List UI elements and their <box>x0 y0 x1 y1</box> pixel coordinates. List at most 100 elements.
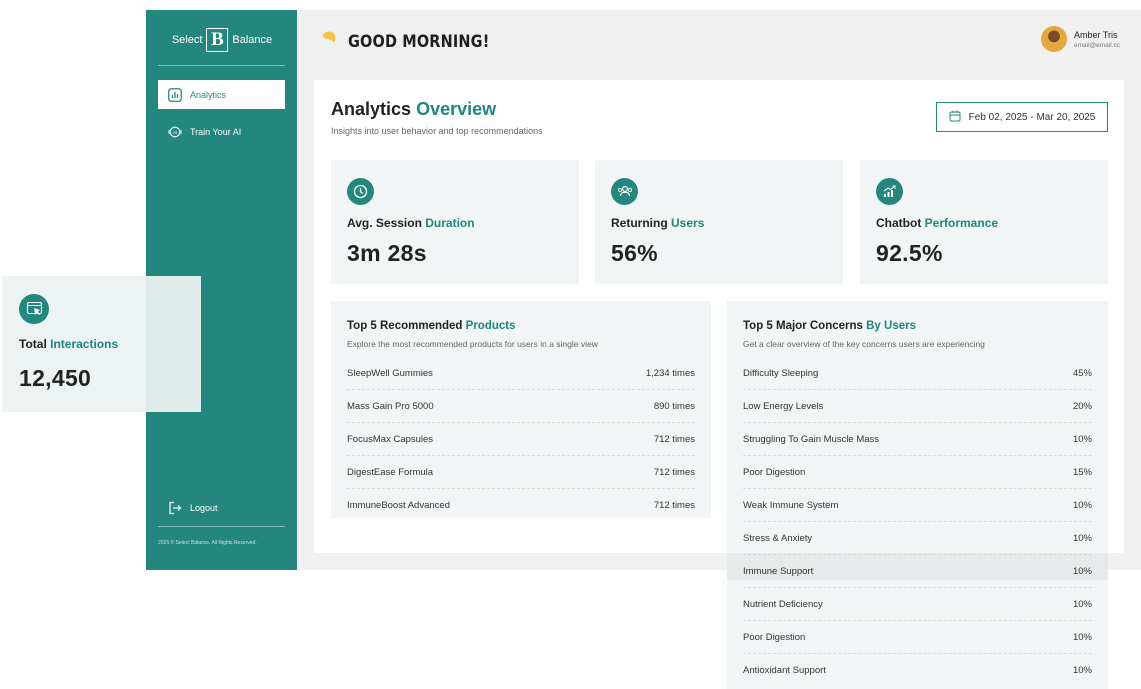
calendar-icon <box>949 110 961 125</box>
stat-label-accent: Users <box>671 216 705 230</box>
sun-cloud-icon <box>312 29 342 56</box>
item-value: 45% <box>1072 367 1092 379</box>
item-value: 712 times <box>653 433 695 445</box>
item-value: 1,234 times <box>645 367 695 379</box>
item-value: 10% <box>1072 631 1092 643</box>
list-item[interactable]: Struggling To Gain Muscle Mass 10% <box>743 423 1092 456</box>
pointer-click-icon <box>19 294 49 324</box>
item-value: 10% <box>1072 499 1092 511</box>
copyright-text: 2025 © Select Balance. All Rights Reserv… <box>158 540 257 546</box>
title-accent: Overview <box>416 99 497 119</box>
stat-value: 92.5% <box>876 240 943 266</box>
list-item[interactable]: Difficulty Sleeping 45% <box>743 357 1092 390</box>
date-range-text: Feb 02, 2025 - Mar 20, 2025 <box>968 111 1096 123</box>
item-name: DigestEase Formula <box>347 466 434 478</box>
list-item[interactable]: Low Energy Levels 20% <box>743 390 1092 423</box>
item-value: 712 times <box>653 500 695 511</box>
card-title: Top 5 Major Concerns By Users <box>743 320 916 332</box>
item-value: 10% <box>1072 665 1092 676</box>
concerns-card: Top 5 Major Concerns By Users Get a clea… <box>727 301 1108 689</box>
list-item[interactable]: ImmuneBoost Advanced 712 times <box>347 489 695 522</box>
list-item[interactable]: FocusMax Capsules 712 times <box>347 423 695 456</box>
stat-label: Returning Users <box>611 216 704 230</box>
item-value: 890 times <box>653 400 695 412</box>
list-item[interactable]: SleepWell Gummies 1,234 times <box>347 357 695 390</box>
stat-value: 56% <box>611 240 658 266</box>
item-value: 10% <box>1072 598 1092 610</box>
logout-icon <box>168 501 182 515</box>
list-item[interactable]: Poor Digestion 10% <box>743 621 1092 654</box>
stat-label-plain: Chatbot <box>876 216 922 230</box>
sidebar-divider <box>158 65 285 66</box>
stat-label-accent: Performance <box>924 216 999 230</box>
card-title-accent: By Users <box>866 320 916 332</box>
item-name: FocusMax Capsules <box>347 433 434 445</box>
item-name: Struggling To Gain Muscle Mass <box>743 433 880 445</box>
products-list: SleepWell Gummies 1,234 times Mass Gain P… <box>347 357 695 522</box>
item-name: Antioxidant Support <box>743 665 826 676</box>
brand-logo[interactable]: Select B Balance <box>160 27 284 53</box>
list-item[interactable]: Stress & Anxiety 10% <box>743 522 1092 555</box>
stat-label-accent: Interactions <box>50 337 119 351</box>
stat-label: Total Interactions <box>19 337 118 351</box>
stat-value: 12,450 <box>19 365 92 391</box>
ai-icon: AI <box>168 125 182 139</box>
item-name: Low Energy Levels <box>743 400 824 412</box>
stat-card-returning-users: Returning Users 56% <box>595 160 843 284</box>
list-item[interactable]: DigestEase Formula 712 times <box>347 456 695 489</box>
brand-right: Balance <box>232 34 273 46</box>
item-value: 10% <box>1072 532 1092 544</box>
list-item[interactable]: Poor Digestion 15% <box>743 456 1092 489</box>
users-icon <box>611 178 638 205</box>
greeting-text: GOOD MORNING! <box>348 32 490 52</box>
svg-text:AI: AI <box>173 129 177 134</box>
bar-chart-icon <box>168 87 182 102</box>
item-name: Difficulty Sleeping <box>743 367 819 379</box>
list-item[interactable]: Mass Gain Pro 5000 890 times <box>347 390 695 423</box>
stat-card-chatbot: Chatbot Performance 92.5% <box>860 160 1108 284</box>
brand-mark: B <box>206 28 229 52</box>
item-value: 20% <box>1072 400 1092 412</box>
greeting: GOOD MORNING! <box>312 28 514 56</box>
title-plain: Analytics <box>331 99 412 119</box>
list-item[interactable]: Weak Immune System 10% <box>743 489 1092 522</box>
list-item[interactable]: Antioxidant Support 10% <box>743 654 1092 687</box>
page-subtitle: Insights into user behavior and top reco… <box>331 126 543 136</box>
date-range-picker[interactable]: Feb 02, 2025 - Mar 20, 2025 <box>936 102 1108 132</box>
user-menu[interactable]: Amber Tris email@email.cc <box>1041 26 1120 52</box>
sidebar-item-train-ai[interactable]: AI Train Your AI <box>158 117 285 146</box>
stat-label: Chatbot Performance <box>876 216 998 230</box>
stat-label-plain: Total <box>19 337 47 351</box>
avatar <box>1041 26 1067 52</box>
stat-card-session: Avg. Session Duration 3m 28s <box>331 160 579 284</box>
logout-button[interactable]: Logout <box>158 493 285 522</box>
page-title: Analytics Overview <box>331 99 496 120</box>
concerns-list: Difficulty Sleeping 45% Low Energy Levels… <box>743 357 1092 687</box>
item-value: 10% <box>1072 433 1092 445</box>
item-name: Stress & Anxiety <box>743 532 813 544</box>
item-name: Mass Gain Pro 5000 <box>347 400 434 412</box>
item-value: 712 times <box>653 466 695 478</box>
stat-label-plain: Avg. Session <box>347 216 422 230</box>
clock-icon <box>347 178 374 205</box>
item-name: Weak Immune System <box>743 499 839 511</box>
card-subtitle: Explore the most recommended products fo… <box>347 339 598 349</box>
stat-label: Avg. Session Duration <box>347 216 475 230</box>
panel-edge-shadow <box>727 553 1108 580</box>
sidebar-divider <box>158 526 285 527</box>
user-name: Amber Tris <box>1074 29 1118 40</box>
list-item[interactable]: Nutrient Deficiency 10% <box>743 588 1092 621</box>
stat-value: 3m 28s <box>347 240 427 266</box>
item-name: ImmuneBoost Advanced <box>347 500 450 511</box>
growth-chart-icon <box>876 178 903 205</box>
item-name: SleepWell Gummies <box>347 367 433 379</box>
stat-label-accent: Duration <box>425 216 475 230</box>
item-name: Nutrient Deficiency <box>743 598 823 610</box>
card-subtitle: Get a clear overview of the key concerns… <box>743 339 985 349</box>
products-card: Top 5 Recommended Products Explore the m… <box>331 301 711 518</box>
card-title-plain: Top 5 Recommended <box>347 320 463 332</box>
sidebar-item-analytics[interactable]: Analytics <box>158 80 285 109</box>
card-title-plain: Top 5 Major Concerns <box>743 320 863 332</box>
item-name: Poor Digestion <box>743 631 806 643</box>
card-title: Top 5 Recommended Products <box>347 320 516 332</box>
